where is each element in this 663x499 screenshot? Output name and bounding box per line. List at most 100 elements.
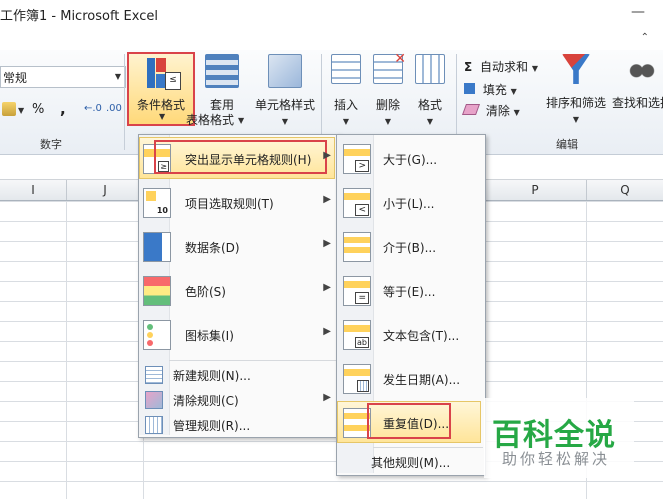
autosum-label: 自动求和 [480, 60, 529, 74]
watermark: 百科全说 助你轻松解决 [484, 398, 634, 478]
percent-button[interactable]: % [32, 102, 44, 117]
menu-label: 等于(E)... [383, 285, 436, 299]
conditional-format-button[interactable]: ≤ 条件格式 ▼ [127, 52, 195, 126]
fill-down-icon [464, 83, 475, 94]
cell-styles-button[interactable]: 单元格样式 ▼ [250, 54, 320, 126]
chevron-down-icon: ▼ [513, 108, 520, 117]
menu-label: 项目选取规则(T) [185, 197, 274, 211]
menu-item-date-occurring[interactable]: 发生日期(A)... [337, 357, 485, 401]
menu-label: 介于(B)... [383, 241, 437, 255]
menu-label: 其他规则(M)... [371, 456, 451, 470]
cell-styles-icon [268, 54, 302, 88]
chevron-down-icon[interactable]: ▼ [18, 106, 24, 115]
column-header-q[interactable]: Q [587, 180, 663, 200]
sort-filter-button[interactable]: 排序和筛选 ▼ [545, 54, 607, 126]
delete-label: 删除 [375, 98, 400, 112]
comma-button[interactable]: , [60, 100, 66, 118]
sort-filter-label: 排序和筛选 [545, 96, 606, 110]
menu-label: 突出显示单元格规则(H) [185, 153, 312, 167]
menu-separator [169, 360, 337, 361]
menu-item-highlight-rules[interactable]: ≥ 突出显示单元格规则(H) ▶ [139, 137, 339, 181]
find-select-label: 查找和选择 [612, 96, 663, 110]
chevron-down-icon[interactable]: ▼ [238, 116, 244, 125]
eraser-icon [461, 104, 481, 115]
conditional-format-label: 条件格式 [137, 98, 186, 112]
menu-label: 管理规则(R)... [173, 419, 251, 433]
chevron-down-icon: ▼ [572, 115, 580, 124]
column-header-i[interactable]: I [0, 180, 67, 200]
manage-rules-icon [145, 416, 163, 434]
autosum-button[interactable]: Σ 自动求和 ▼ [464, 58, 538, 75]
equal-to-icon: = [343, 276, 371, 306]
number-group-label: 数字 [40, 138, 62, 151]
menu-item-between[interactable]: 介于(B)... [337, 225, 485, 269]
chevron-right-icon: ▶ [323, 194, 331, 205]
chevron-down-icon: ▼ [159, 112, 166, 121]
data-bars-icon [143, 232, 171, 262]
menu-label: 小于(L)... [383, 197, 435, 211]
sort-filter-icon [562, 54, 590, 84]
menu-item-color-scales[interactable]: 色阶(S) ▶ [139, 269, 339, 313]
menu-item-manage-rules[interactable]: 管理规则(R)... [139, 412, 339, 436]
menu-item-icon-sets[interactable]: 图标集(I) ▶ [139, 313, 339, 357]
menu-item-top-bottom-rules[interactable]: 10 项目选取规则(T) ▶ [139, 181, 339, 225]
column-header-p[interactable]: P [484, 180, 587, 200]
watermark-subtitle: 助你轻松解决 [502, 450, 611, 468]
menu-item-text-contains[interactable]: ab 文本包含(T)... [337, 313, 485, 357]
minimize-icon[interactable]: — [631, 4, 645, 20]
chevron-down-icon: ▼ [281, 117, 289, 126]
icon-sets-icon [143, 320, 171, 350]
menu-item-more-rules[interactable]: 其他规则(M)... [337, 449, 485, 473]
less-than-icon: < [343, 188, 371, 218]
chevron-down-icon: ▼ [114, 72, 121, 81]
menu-label: 清除规则(C) [173, 394, 239, 408]
find-select-button[interactable]: 查找和选择 [612, 54, 663, 126]
group-divider [124, 54, 125, 150]
currency-icon[interactable] [2, 102, 16, 116]
clear-button[interactable]: 清除 ▼ [461, 102, 520, 119]
top-bottom-rules-icon: 10 [143, 188, 171, 218]
fill-button[interactable]: 填充 ▼ [464, 81, 517, 98]
chevron-right-icon: ▶ [323, 392, 331, 403]
menu-item-data-bars[interactable]: 数据条(D) ▶ [139, 225, 339, 269]
between-icon [343, 232, 371, 262]
format-icon [415, 54, 445, 84]
menu-item-less-than[interactable]: < 小于(L)... [337, 181, 485, 225]
fill-label: 填充 [482, 83, 507, 97]
format-table-icon [205, 54, 239, 88]
clear-label: 清除 [485, 104, 510, 118]
highlight-rules-submenu: > 大于(G)... < 小于(L)... 介于(B)... = 等于(E)..… [336, 134, 486, 476]
format-label: 格式 [417, 98, 442, 112]
ribbon-collapse-icon[interactable]: ⌃ [641, 32, 649, 43]
date-occurring-icon [343, 364, 371, 394]
new-rule-icon [145, 366, 163, 384]
menu-label: 图标集(I) [185, 329, 234, 343]
delete-button[interactable]: ✕ 删除 ▼ [368, 51, 408, 126]
menu-label: 文本包含(T)... [383, 329, 460, 343]
menu-label: 色阶(S) [185, 285, 226, 299]
chevron-down-icon: ▼ [342, 117, 350, 126]
edit-group-label: 编辑 [556, 138, 578, 151]
number-format-select[interactable]: 常规 ▼ [0, 66, 126, 88]
menu-item-clear-rules[interactable]: 清除规则(C) ▶ [139, 387, 339, 411]
chevron-down-icon: ▼ [510, 87, 517, 96]
insert-button[interactable]: 插入 ▼ [326, 54, 366, 126]
menu-item-duplicate-values[interactable]: 重复值(D)... [337, 401, 485, 445]
increase-decimal-icon[interactable]: ←.0 [84, 103, 102, 114]
menu-item-equal-to[interactable]: = 等于(E)... [337, 269, 485, 313]
chevron-right-icon: ▶ [323, 326, 331, 337]
column-header-j[interactable]: J [67, 180, 144, 200]
sigma-icon: Σ [464, 60, 473, 74]
insert-label: 插入 [333, 98, 358, 112]
decrease-decimal-icon[interactable]: .00 [106, 103, 122, 114]
chevron-right-icon: ▶ [323, 238, 331, 249]
window-title: 工作簿1 - Microsoft Excel [0, 9, 158, 24]
format-table-label-2: 表格格式 [186, 113, 235, 127]
format-button[interactable]: 格式 ▼ [410, 54, 450, 126]
menu-label: 大于(G)... [383, 153, 438, 167]
menu-item-new-rule[interactable]: 新建规则(N)... [139, 362, 339, 386]
text-contains-icon: ab [343, 320, 371, 350]
chevron-down-icon: ▼ [384, 117, 392, 126]
menu-item-greater-than[interactable]: > 大于(G)... [337, 137, 485, 181]
number-format-value: 常规 [3, 71, 28, 85]
